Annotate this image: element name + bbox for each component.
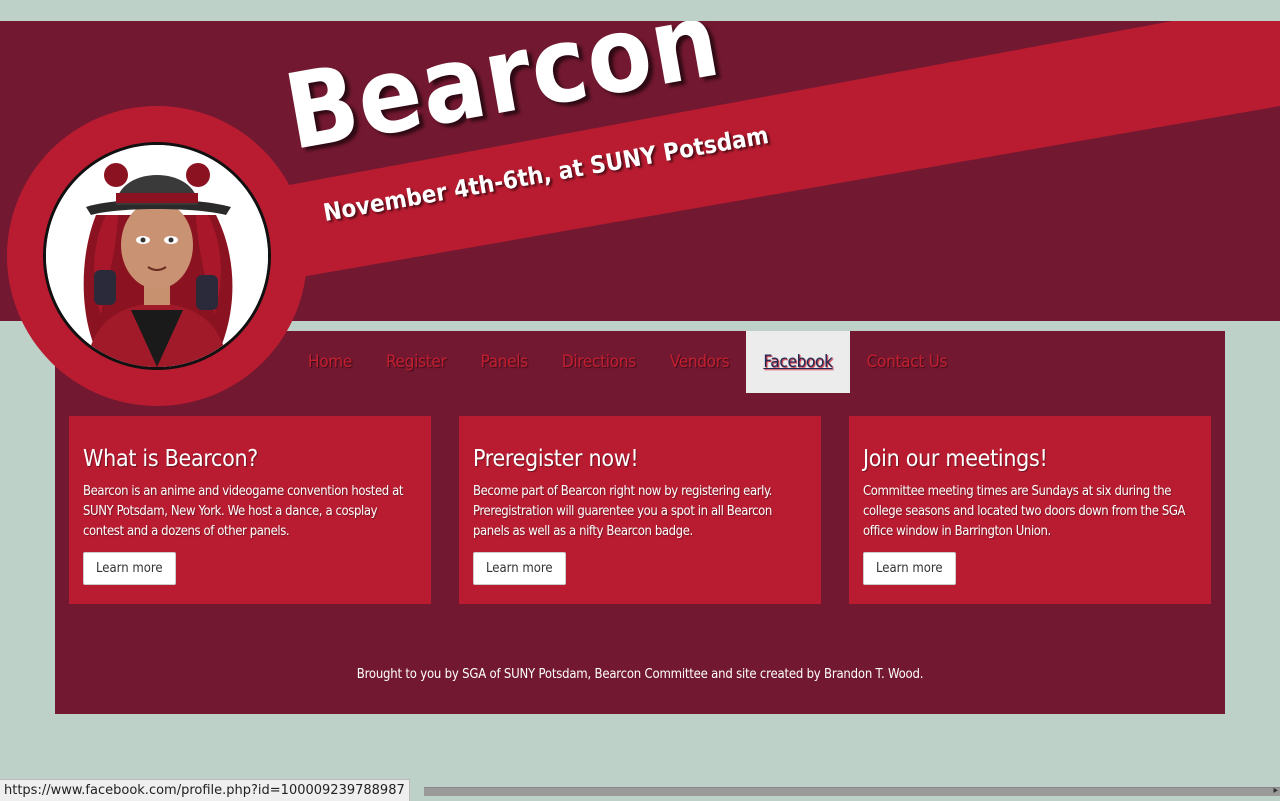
nav-item-directions[interactable]: Directions xyxy=(545,331,653,393)
card-body: Become part of Bearcon right now by regi… xyxy=(473,484,772,539)
status-bar-url: https://www.facebook.com/profile.php?id=… xyxy=(0,779,410,801)
nav-item-home[interactable]: Home xyxy=(291,331,369,393)
main-content: Home Register Panels Directions Vendors … xyxy=(55,331,1225,714)
nav-item-facebook[interactable]: Facebook xyxy=(746,331,850,393)
card-title: Join our meetings! xyxy=(863,446,1048,472)
main-nav: Home Register Panels Directions Vendors … xyxy=(291,331,964,393)
learn-more-button[interactable]: Learn more xyxy=(473,552,566,585)
nav-item-register[interactable]: Register xyxy=(369,331,464,393)
card-join-meetings: Join our meetings! Committee meeting tim… xyxy=(849,416,1211,604)
mascot-illustration xyxy=(46,145,268,367)
card-body: Bearcon is an anime and videogame conven… xyxy=(83,484,404,539)
card-title: Preregister now! xyxy=(473,446,639,472)
nav-item-vendors[interactable]: Vendors xyxy=(653,331,746,393)
page-top-strip xyxy=(0,0,1280,21)
card-what-is-bearcon: What is Bearcon? Bearcon is an anime and… xyxy=(69,416,431,604)
nav-item-panels[interactable]: Panels xyxy=(463,331,544,393)
nav-item-contact-us[interactable]: Contact Us xyxy=(850,331,965,393)
footer-credits: Brought to you by SGA of SUNY Potsdam, B… xyxy=(356,667,924,682)
learn-more-button[interactable]: Learn more xyxy=(863,552,956,585)
learn-more-button[interactable]: Learn more xyxy=(83,552,176,585)
card-title: What is Bearcon? xyxy=(83,446,258,472)
card-preregister: Preregister now! Become part of Bearcon … xyxy=(459,416,821,604)
logo[interactable] xyxy=(7,106,307,406)
mascot-image xyxy=(43,142,271,370)
scroll-right-arrow-icon[interactable]: ▸ xyxy=(1273,785,1278,797)
horizontal-scrollbar[interactable]: ▸ xyxy=(424,785,1280,797)
card-body: Committee meeting times are Sundays at s… xyxy=(863,484,1186,539)
